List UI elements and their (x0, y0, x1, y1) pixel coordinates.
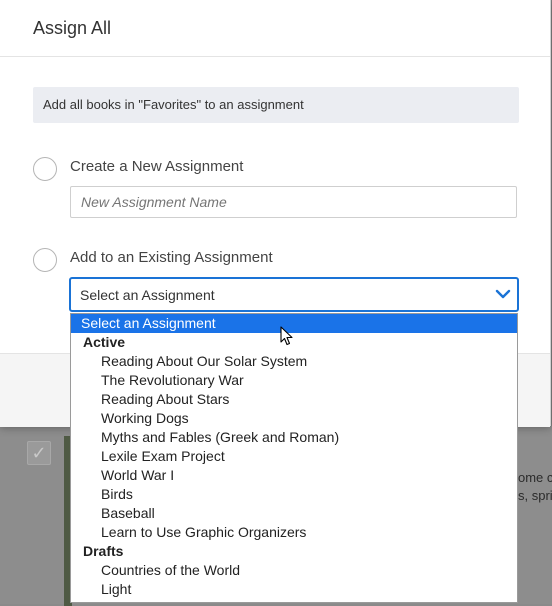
dropdown-option[interactable]: Reading About Stars (71, 390, 517, 409)
mouse-pointer-icon (280, 326, 293, 346)
background-book-checkbox: ✓ (27, 441, 51, 465)
dropdown-group-drafts: Drafts (83, 543, 124, 559)
dropdown-option[interactable]: Learn to Use Graphic Organizers (71, 523, 517, 542)
dropdown-option-select-assignment[interactable]: Select an Assignment (71, 314, 517, 333)
dropdown-option[interactable]: Myths and Fables (Greek and Roman) (71, 428, 517, 447)
dropdown-option[interactable]: Birds (71, 485, 517, 504)
add-existing-assignment-radio[interactable] (33, 248, 57, 272)
chevron-down-icon (495, 289, 511, 299)
dropdown-group-active: Active (83, 334, 126, 350)
dropdown-option[interactable]: Light (71, 580, 517, 599)
dropdown-option[interactable]: Working Dogs (71, 409, 517, 428)
background-text-snippet: s, spri (518, 488, 552, 503)
assignment-dropdown-list: Select an Assignment Active Reading Abou… (70, 313, 518, 603)
create-new-assignment-label[interactable]: Create a New Assignment (70, 158, 243, 175)
background-text-snippet: ome c (518, 470, 552, 485)
dialog-title: Assign All (33, 18, 112, 38)
assignment-select[interactable]: Select an Assignment (69, 277, 519, 312)
dropdown-option[interactable]: Reading About Our Solar System (71, 352, 517, 371)
dropdown-option[interactable]: Baseball (71, 504, 517, 523)
dropdown-option[interactable]: Lexile Exam Project (71, 447, 517, 466)
dialog-header: Assign All (0, 0, 550, 57)
create-new-assignment-radio[interactable] (33, 157, 57, 181)
add-existing-assignment-label[interactable]: Add to an Existing Assignment (70, 249, 273, 266)
info-banner: Add all books in "Favorites" to an assig… (33, 87, 519, 123)
new-assignment-name-input[interactable] (70, 186, 517, 218)
dropdown-option[interactable]: World War I (71, 466, 517, 485)
dropdown-option[interactable]: Countries of the World (71, 561, 517, 580)
dropdown-option[interactable]: The Revolutionary War (71, 371, 517, 390)
info-text: Add all books in "Favorites" to an assig… (43, 97, 304, 112)
assignment-select-value: Select an Assignment (80, 287, 215, 303)
